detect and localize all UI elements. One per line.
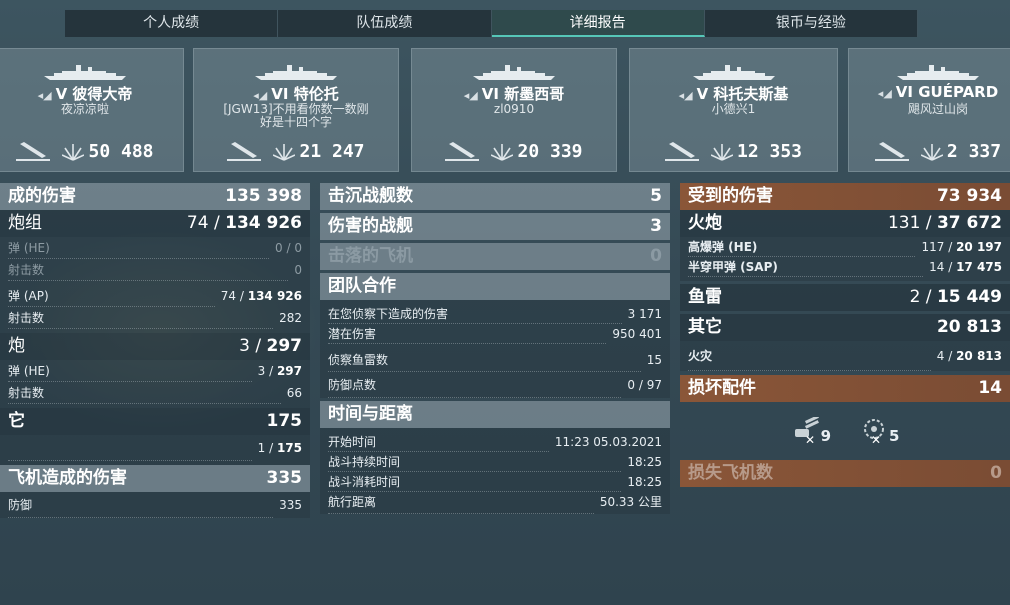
other-received-row: 其它 20 813	[680, 314, 1010, 341]
main-battery-row: 炮组 74 / 134 926	[0, 210, 310, 237]
sunk-ship-icon	[227, 141, 262, 161]
right-stats-column: 受到的伤害 73 934 火炮 131 / 37 672 高爆弹 (HE) 117 /…	[680, 183, 1010, 487]
ships-sunk-row: 击沉战舰数 5	[320, 183, 670, 210]
ship-tier: VI	[895, 83, 913, 101]
ap-row: 弹 (AP) 74 / 134 926	[0, 285, 310, 307]
ship-damage: 21 247	[299, 141, 365, 162]
module-icons: ✕ 9 ✕ 5	[680, 402, 1010, 460]
tab-team[interactable]: 队伍成绩	[278, 10, 492, 37]
turret-icon: ✕ 9	[791, 417, 831, 445]
ship-card[interactable]: ◂◢ V 彼得大帝 夜凉凉啦 50 488	[0, 48, 184, 172]
ship-name: 特伦托	[293, 85, 339, 103]
aircraft-defense-row: 防御 335	[0, 492, 310, 518]
secondary-row: 炮3 / 297	[0, 333, 310, 360]
ship-tier-name: ◂◢ VI 新墨西哥	[412, 83, 616, 104]
ap-hits-row: 射击数 282	[0, 307, 310, 329]
damage-received-header: 受到的伤害 73 934	[680, 183, 1010, 210]
player-name: zl0910	[493, 102, 535, 116]
player-name: 小德兴1	[711, 102, 756, 116]
ship-silhouette-icon	[44, 65, 126, 80]
ship-silhouette-icon	[692, 65, 775, 80]
he-row: 弹 (HE) 0 / 0	[0, 237, 310, 259]
ship-silhouette-icon	[255, 65, 337, 80]
class-icon: ◂◢	[463, 89, 478, 102]
distance-row: 航行距离 50.33 公里	[320, 492, 670, 514]
ship-damage: 12 353	[736, 141, 803, 162]
svg-text:✕: ✕	[871, 433, 881, 445]
player-name: 夜凉凉啦	[60, 102, 109, 116]
damage-burst-icon	[62, 143, 85, 161]
modules-damaged-header: 损坏配件 14	[680, 375, 1010, 402]
potential-damage-row: 潜在伤害 950 401	[320, 324, 670, 344]
ship-damage: 50 488	[88, 141, 154, 162]
torpedo-received-row: 鱼雷 2 / 15 449	[680, 284, 1010, 311]
time-distance-header: 时间与距离	[320, 401, 670, 428]
ship-damage: 20 339	[517, 141, 583, 162]
ship-tier-name: ◂◢ V 科托夫斯基	[630, 83, 837, 104]
ship-tier: VI	[481, 85, 499, 103]
damage-burst-icon	[710, 143, 733, 161]
sunk-ship-icon	[16, 141, 51, 161]
tab-credits-xp[interactable]: 银币与经验	[704, 10, 918, 37]
damage-burst-icon	[920, 143, 943, 161]
guns-received-row: 火炮 131 / 37 672	[680, 210, 1010, 237]
start-time-row: 开始时间 11:23 05.03.2021	[320, 432, 670, 452]
ship-name: 科托夫斯基	[713, 85, 789, 103]
class-icon: ◂◢	[877, 87, 892, 100]
ship-name: 新墨西哥	[504, 85, 565, 103]
sap-received-row: 半穿甲弹 (SAP) 14 / 17 475	[680, 257, 1010, 277]
torpedoes-spotted-row: 侦察鱼雷数 15	[320, 348, 670, 372]
ship-name: GUÉPARD	[918, 83, 999, 101]
class-icon: ◂◢	[37, 89, 52, 102]
ship-tier: V	[55, 85, 68, 103]
left-stats-column: 成的伤害 135 398 炮组 74 / 134 926 弹 (HE) 0 / 0 射…	[0, 183, 310, 518]
damage-dealt-header: 成的伤害 135 398	[0, 183, 310, 210]
svg-text:✕: ✕	[805, 433, 815, 445]
sunk-ship-icon	[445, 141, 480, 161]
he-hits-row: 射击数 0	[0, 259, 310, 281]
ship-tier-name: ◂◢ VI GUÉPARD	[849, 83, 1010, 101]
sunk-ship-icon	[874, 141, 909, 161]
secondary-he-row: 弹 (HE) 3 / 297	[0, 360, 310, 382]
ship-card[interactable]: ◂◢ VI 新墨西哥 zl0910 20 339	[411, 48, 617, 172]
player-name: [JGW13]不用看你数一数刚 好是十四个字	[223, 102, 369, 129]
spotting-damage-row: 在您侦察下造成的伤害 3 171	[320, 304, 670, 324]
ship-tier: V	[696, 85, 709, 103]
ships-damaged-row: 伤害的战舰 3	[320, 213, 670, 240]
tab-bar: 个人成绩 队伍成绩 详细报告 银币与经验	[65, 10, 918, 37]
defense-points-row: 防御点数 0 / 97	[320, 372, 670, 398]
ship-card[interactable]: ◂◢ V 科托夫斯基 小德兴1 12 353	[629, 48, 838, 172]
he-received-row: 高爆弹 (HE) 117 / 20 197	[680, 237, 1010, 257]
fire-received-row: 火灾 4 / 20 813	[680, 341, 1010, 371]
damage-burst-icon	[491, 143, 514, 161]
tab-personal[interactable]: 个人成绩	[65, 10, 279, 37]
secondary-hits-row: 射击数 66	[0, 382, 310, 404]
other-sub-row: 1 / 175	[0, 435, 310, 461]
middle-stats-column: 击沉战舰数 5 伤害的战舰 3 击落的飞机 0 团队合作 在您侦察下造成的伤害 3 17…	[320, 183, 670, 514]
battle-time-spent-row: 战斗消耗时间 18:25	[320, 472, 670, 492]
sunk-ship-icon	[664, 141, 699, 161]
ship-silhouette-icon	[473, 65, 555, 80]
class-icon: ◂◢	[678, 89, 693, 102]
battle-duration-row: 战斗持续时间 18:25	[320, 452, 670, 472]
ship-card[interactable]: ◂◢ VI GUÉPARD 飓风过山岗 2 337	[848, 48, 1010, 172]
damage-burst-icon	[273, 143, 296, 161]
tab-detailed-report[interactable]: 详细报告	[491, 10, 705, 37]
steering-icon: ✕ 5	[859, 417, 899, 445]
ship-name: 彼得大帝	[72, 85, 133, 103]
other-row: 它 175	[0, 408, 310, 435]
aircraft-damage-header: 飞机造成的伤害 335	[0, 465, 310, 492]
ship-card[interactable]: ◂◢ VI 特伦托 [JGW13]不用看你数一数刚 好是十四个字 21 247	[193, 48, 399, 172]
class-icon: ◂◢	[253, 89, 268, 102]
planes-lost-row: 损失飞机数 0	[680, 460, 1010, 487]
teamwork-header: 团队合作	[320, 273, 670, 300]
ship-tier: VI	[271, 85, 289, 103]
ship-damage: 2 337	[946, 141, 1002, 162]
planes-shot-row: 击落的飞机 0	[320, 243, 670, 270]
ship-tier-name: ◂◢ VI 特伦托	[194, 83, 398, 104]
player-name: 飓风过山岗	[907, 102, 968, 116]
ship-tier-name: ◂◢ V 彼得大帝	[0, 83, 183, 104]
ship-silhouette-icon	[897, 65, 979, 80]
